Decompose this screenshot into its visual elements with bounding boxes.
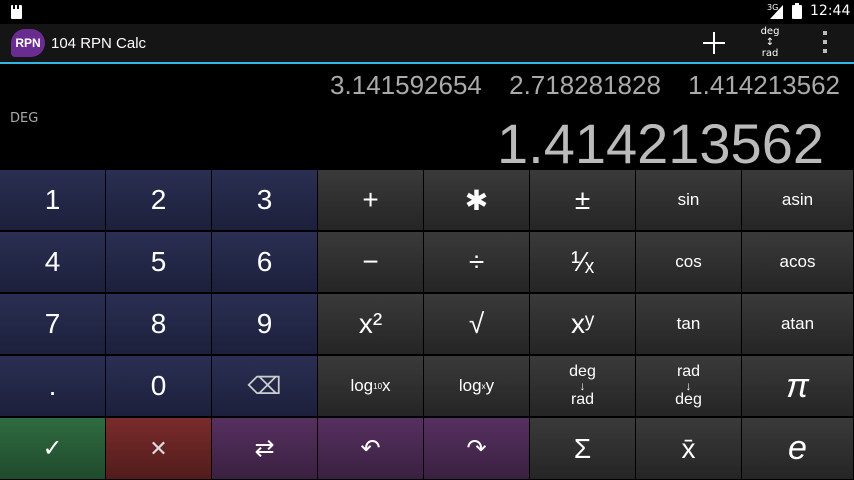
key-mean[interactable]: x̄ [636, 418, 742, 480]
overflow-menu-icon[interactable] [820, 31, 830, 57]
key-rad-to-deg-bottom: deg [675, 391, 702, 408]
undo-icon[interactable]: ↶ [318, 418, 424, 480]
redo-icon[interactable]: ↷ [424, 418, 530, 480]
app-logo-icon: RPN [11, 29, 45, 57]
stack-row: 3.141592654 2.718281828 1.414213562 [310, 70, 840, 101]
stack-value-3: 3.141592654 [330, 70, 482, 100]
app-title: 104 RPN Calc [51, 35, 147, 52]
key-deg-to-rad-bottom: rad [570, 391, 595, 408]
key-divide[interactable]: ÷ [424, 232, 530, 293]
key-pi[interactable]: π [742, 356, 854, 417]
calc-display: 3.141592654 2.718281828 1.414213562 DEG … [0, 64, 854, 175]
key-3[interactable]: 3 [212, 170, 318, 231]
angle-mode-arrow-icon: ↕ [765, 37, 775, 48]
keypad: 1 2 3 + ✱ ± sin asin 4 5 6 − ÷ ¹⁄ₓ cos a… [0, 170, 854, 480]
key-plus-minus[interactable]: ± [530, 170, 636, 231]
key-rad-to-deg-top: rad [676, 363, 701, 380]
key-asin[interactable]: asin [742, 170, 854, 231]
key-2[interactable]: 2 [106, 170, 212, 231]
key-plus[interactable]: + [318, 170, 424, 231]
clear-key-close-icon[interactable]: ✕ [106, 418, 212, 480]
key-sqrt[interactable]: √ [424, 294, 530, 355]
enter-key-check-icon[interactable]: ✓ [0, 418, 106, 480]
key-5[interactable]: 5 [106, 232, 212, 293]
stack-value-1: 1.414213562 [688, 70, 840, 100]
angle-mode-deg: deg [760, 26, 780, 37]
key-6[interactable]: 6 [212, 232, 318, 293]
x-register: 1.414213562 [496, 112, 824, 175]
key-sin[interactable]: sin [636, 170, 742, 231]
key-minus[interactable]: − [318, 232, 424, 293]
angle-mode-rad: rad [761, 48, 779, 59]
clock: 12:44 [810, 3, 851, 19]
swap-shuffle-icon[interactable]: ⇄ [212, 418, 318, 480]
key-square[interactable]: x² [318, 294, 424, 355]
key-acos[interactable]: acos [742, 232, 854, 293]
key-8[interactable]: 8 [106, 294, 212, 355]
key-log10-base: log [350, 376, 374, 395]
key-7[interactable]: 7 [0, 294, 106, 355]
key-log10[interactable]: log 10 x [318, 356, 424, 417]
stack-value-2: 2.718281828 [509, 70, 661, 100]
key-4[interactable]: 4 [0, 232, 106, 293]
add-icon[interactable] [700, 29, 728, 57]
backspace-key-icon[interactable]: ⌫ [212, 356, 318, 417]
key-logxy[interactable]: log x y [424, 356, 530, 417]
key-logxy-arg: y [485, 376, 495, 395]
key-log10-sub: 10 [373, 381, 383, 391]
key-sum[interactable]: Σ [530, 418, 636, 480]
key-power[interactable]: xʸ [530, 294, 636, 355]
key-9[interactable]: 9 [212, 294, 318, 355]
key-atan[interactable]: atan [742, 294, 854, 355]
key-multiply[interactable]: ✱ [424, 170, 530, 231]
angle-mode-toggle[interactable]: deg ↕ rad [750, 26, 790, 60]
signal-icon [770, 5, 783, 19]
key-0[interactable]: 0 [106, 356, 212, 417]
key-logxy-base: log [458, 376, 482, 395]
key-reciprocal[interactable]: ¹⁄ₓ [530, 232, 636, 293]
key-e[interactable]: e [742, 418, 854, 480]
key-log10-arg: x [382, 376, 391, 395]
key-tan[interactable]: tan [636, 294, 742, 355]
status-bar: 3G 12:44 [0, 0, 854, 24]
battery-icon [792, 3, 802, 19]
key-rad-to-deg[interactable]: rad ↓ deg [636, 356, 742, 417]
sd-card-icon [11, 5, 22, 19]
key-1[interactable]: 1 [0, 170, 106, 231]
key-decimal[interactable]: . [0, 356, 106, 417]
key-cos[interactable]: cos [636, 232, 742, 293]
key-deg-to-rad-top: deg [569, 363, 596, 380]
angle-mode-indicator: DEG [10, 111, 39, 126]
action-bar: RPN 104 RPN Calc deg ↕ rad [0, 24, 854, 64]
key-deg-to-rad[interactable]: deg ↓ rad [530, 356, 636, 417]
